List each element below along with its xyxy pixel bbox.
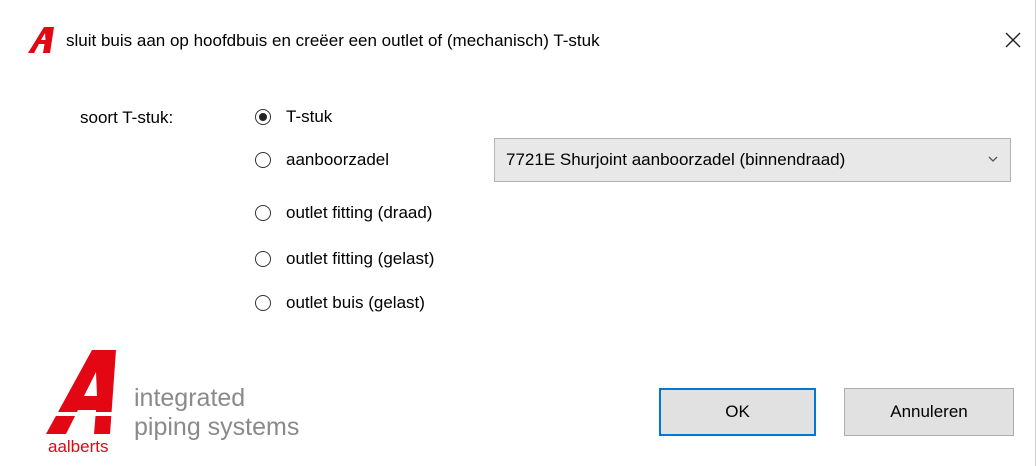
radio-label: outlet fitting (gelast) [286, 249, 435, 268]
radio-label: outlet buis (gelast) [286, 293, 425, 312]
radio-button[interactable] [255, 205, 271, 221]
radio-label: T-stuk [286, 107, 333, 126]
radio-option-outlet-fitting-draad[interactable]: outlet fitting (draad) [255, 198, 432, 228]
dialog-title: sluit buis aan op hoofdbuis en creëer ee… [66, 31, 600, 50]
radio-option-aanboorzadel[interactable]: aanboorzadel [255, 145, 389, 175]
radio-label: outlet fitting (draad) [286, 203, 433, 222]
dialog-window: sluit buis aan op hoofdbuis en creëer ee… [0, 0, 1036, 466]
cancel-button[interactable]: Annuleren [844, 388, 1014, 436]
brand-tagline-line2: piping systems [134, 413, 300, 441]
aalberts-wordmark: aalberts [48, 437, 108, 456]
saddle-type-select[interactable]: 7721E Shurjoint aanboorzadel (binnendraa… [494, 138, 1011, 182]
brand-tagline-line1: integrated [134, 384, 246, 412]
radio-button[interactable] [255, 251, 271, 267]
radio-option-outlet-buis-gelast[interactable]: outlet buis (gelast) [255, 288, 425, 318]
radio-button[interactable] [255, 295, 271, 311]
tee-type-label: soort T-stuk: [80, 108, 174, 127]
chevron-down-icon [988, 156, 998, 162]
close-button[interactable] [997, 24, 1029, 56]
radio-button[interactable] [255, 109, 271, 125]
radio-selected-dot [259, 113, 267, 121]
close-icon [1005, 32, 1021, 48]
radio-option-outlet-fitting-gelast[interactable]: outlet fitting (gelast) [255, 244, 434, 274]
title-bar: sluit buis aan op hoofdbuis en creëer ee… [0, 0, 1036, 62]
radio-button[interactable] [255, 152, 271, 168]
ok-button[interactable]: OK [659, 388, 816, 436]
radio-option-t-stuk[interactable]: T-stuk [255, 102, 332, 132]
aalberts-logo: aalberts [44, 350, 130, 456]
radio-label: aanboorzadel [286, 150, 390, 169]
aalberts-a-logo-icon [28, 27, 54, 53]
saddle-type-value: 7721E Shurjoint aanboorzadel (binnendraa… [506, 150, 846, 169]
